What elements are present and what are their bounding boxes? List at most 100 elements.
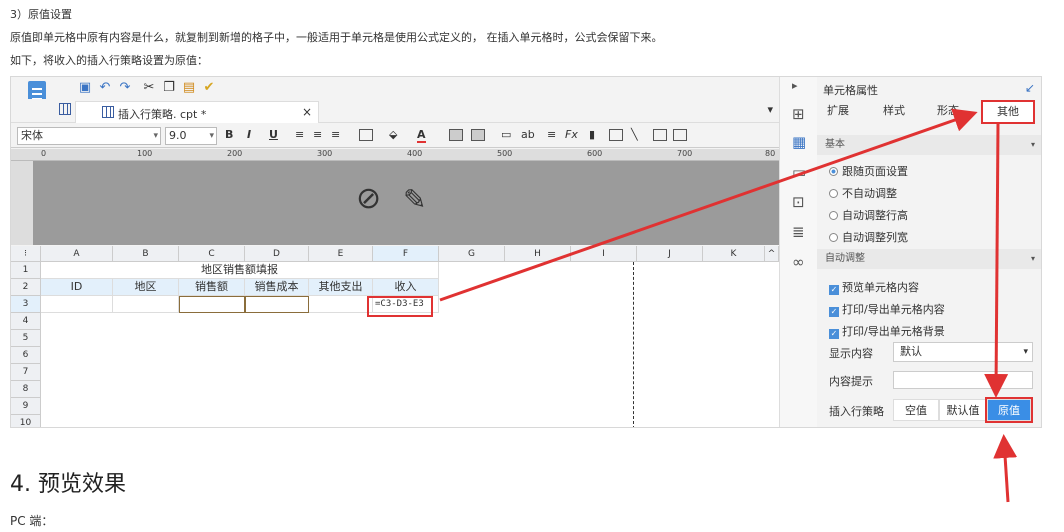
insert-multiline-icon[interactable]: ≡ [547, 128, 556, 141]
sheet-icon[interactable] [59, 103, 71, 115]
radio-no-adjust[interactable]: 不自动调整 [829, 185, 897, 201]
close-icon[interactable]: × [302, 105, 312, 119]
radio-adjust-row[interactable]: 自动调整行高 [829, 207, 908, 223]
header-cell[interactable]: 其他支出 [309, 279, 373, 296]
unmerge-icon[interactable] [471, 129, 485, 141]
scroll-up-icon[interactable]: ^ [765, 246, 779, 262]
condition-attr-icon[interactable]: ≣ [792, 223, 805, 241]
section-auto-adjust[interactable]: 自动调整 ▾ [817, 249, 1041, 269]
horizontal-ruler: 0 100 200 300 400 500 600 700 80 [11, 149, 779, 161]
save-icon[interactable]: ▣ [77, 80, 93, 96]
widget-settings-icon[interactable]: ⊡ [792, 193, 805, 211]
insert-policy-default[interactable]: 默认值 [939, 399, 987, 421]
insert-subreport-icon[interactable] [653, 129, 667, 141]
column-header[interactable]: D [245, 246, 309, 262]
checkbox-print-content[interactable]: ✓ 打印/导出单元格内容 [829, 301, 945, 317]
insert-policy-null[interactable]: 空值 [893, 399, 939, 421]
checkbox-preview-content[interactable]: ✓ 预览单元格内容 [829, 279, 919, 295]
row-header[interactable]: 2 [11, 279, 41, 296]
border-icon[interactable] [359, 129, 373, 141]
row-header[interactable]: 3 [11, 296, 41, 313]
data-cell-b3[interactable] [113, 296, 179, 313]
ruler-tick: 100 [137, 149, 153, 158]
header-cell[interactable]: 销售额 [179, 279, 245, 296]
insert-image-icon[interactable] [609, 129, 623, 141]
data-cell-d3[interactable] [245, 296, 309, 313]
ruler-tick: 500 [497, 149, 513, 158]
header-cell[interactable]: 地区 [113, 279, 179, 296]
row-header[interactable]: 6 [11, 347, 41, 364]
bold-button[interactable]: B [225, 128, 233, 141]
hide-eye-icon[interactable]: ⊘ [356, 181, 381, 216]
template-icon [102, 106, 114, 118]
cell-attribute-icon[interactable]: ▦ [792, 133, 806, 151]
data-cell-e3[interactable] [309, 296, 373, 313]
title-cell[interactable]: 地区销售额填报 [41, 262, 439, 279]
insert-chart-icon[interactable]: ▮ [589, 128, 595, 141]
corner-cell[interactable]: ⁝ [11, 246, 41, 262]
column-header[interactable]: A [41, 246, 113, 262]
row-header[interactable]: 8 [11, 381, 41, 398]
fill-color-icon[interactable]: ⬙ [389, 128, 397, 141]
copy-icon[interactable]: ❐ [161, 80, 177, 96]
data-cell-c3[interactable] [179, 296, 245, 313]
align-right-icon[interactable]: ≡ [331, 128, 340, 141]
align-left-icon[interactable]: ≡ [295, 128, 304, 141]
row-header[interactable]: 10 [11, 415, 41, 427]
tab-expand[interactable]: 扩展 [827, 102, 849, 118]
float-element-icon[interactable]: ▭ [792, 163, 806, 181]
tab-other[interactable]: 其他 [981, 100, 1035, 124]
expand-icon[interactable]: ↙ [1025, 81, 1035, 95]
display-content-select[interactable]: 默认 ▾ [893, 342, 1033, 362]
header-cell[interactable]: ID [41, 279, 113, 296]
format-painter-icon[interactable]: ✔ [201, 80, 217, 96]
hyperlink-icon[interactable]: ∞ [792, 253, 805, 271]
font-color-icon[interactable]: A [417, 128, 426, 143]
column-header[interactable]: F [373, 246, 439, 262]
column-header[interactable]: C [179, 246, 245, 262]
tab-style[interactable]: 样式 [883, 102, 905, 118]
italic-button[interactable]: I [247, 128, 251, 141]
radio-follow-page[interactable]: 跟随页面设置 [829, 163, 908, 179]
text-cell-icon[interactable]: ▭ [501, 128, 511, 141]
section-basic[interactable]: 基本 ▾ [817, 135, 1041, 155]
underline-button[interactable]: U [269, 128, 278, 141]
column-header[interactable]: H [505, 246, 571, 262]
column-header[interactable]: I [571, 246, 637, 262]
content-hint-input[interactable] [893, 371, 1033, 389]
insert-slash-icon[interactable]: ╲ [631, 128, 638, 141]
tab-template[interactable]: 插入行策略. cpt * × [75, 101, 319, 123]
insert-widget-icon[interactable] [673, 129, 687, 141]
vertical-ruler [11, 161, 33, 245]
column-header[interactable]: E [309, 246, 373, 262]
edit-pencil-icon[interactable]: ✎ [403, 183, 426, 216]
column-header[interactable]: K [703, 246, 765, 262]
row-header[interactable]: 7 [11, 364, 41, 381]
tab-form[interactable]: 形态 [937, 102, 959, 118]
column-header[interactable]: J [637, 246, 703, 262]
align-center-icon[interactable]: ≡ [313, 128, 322, 141]
undo-icon[interactable]: ↶ [97, 80, 113, 96]
insert-text-icon[interactable]: ab [521, 128, 535, 141]
filter-icon[interactable]: ▾ [767, 103, 773, 116]
header-cell[interactable]: 收入 [373, 279, 439, 296]
row-header[interactable]: 5 [11, 330, 41, 347]
row-header[interactable]: 9 [11, 398, 41, 415]
row-header[interactable]: 4 [11, 313, 41, 330]
insert-formula-icon[interactable]: Fx [565, 128, 578, 141]
radio-adjust-column[interactable]: 自动调整列宽 [829, 229, 908, 245]
cut-icon[interactable]: ✂ [141, 80, 157, 96]
merge-icon[interactable] [449, 129, 463, 141]
checkbox-print-background[interactable]: ✓ 打印/导出单元格背景 [829, 323, 945, 339]
paste-icon[interactable]: ▤ [181, 80, 197, 96]
redo-icon[interactable]: ↷ [117, 80, 133, 96]
font-family-select[interactable]: 宋体 ▾ [17, 127, 161, 145]
cell-element-icon[interactable]: ⊞ [792, 105, 805, 123]
data-cell-a3[interactable] [41, 296, 113, 313]
column-header[interactable]: B [113, 246, 179, 262]
row-header[interactable]: 1 [11, 262, 41, 279]
font-size-select[interactable]: 9.0 ▾ [165, 127, 217, 145]
column-header[interactable]: G [439, 246, 505, 262]
header-cell[interactable]: 销售成本 [245, 279, 309, 296]
collapse-icon[interactable]: ▸ [792, 79, 798, 92]
